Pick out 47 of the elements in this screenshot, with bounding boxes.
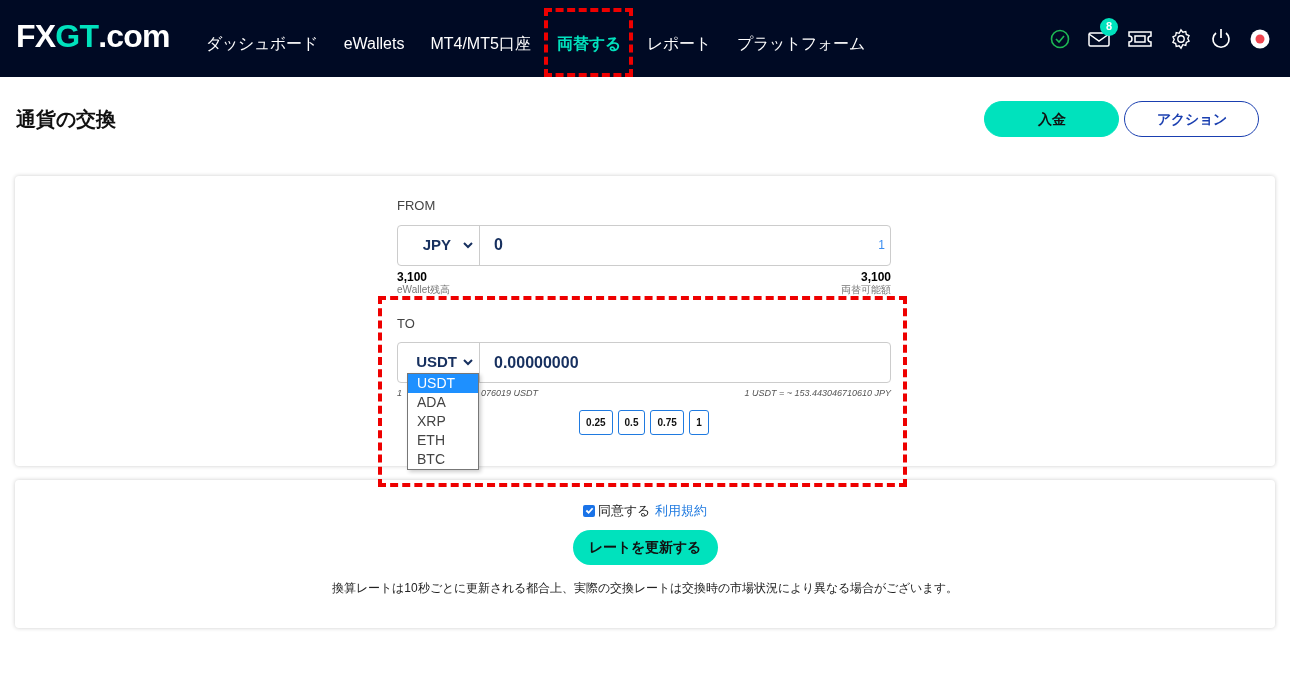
dropdown-option[interactable]: ADA	[408, 392, 478, 412]
update-rate-button[interactable]: レートを更新する	[572, 529, 718, 565]
page-title: 通貨の交換	[16, 107, 116, 132]
rate-text: 1 USDT = ~ 153.443046710610 JPY	[744, 387, 891, 400]
nav-link[interactable]: レポート	[636, 27, 721, 60]
action-button[interactable]: 入金	[984, 101, 1119, 137]
logo-text: GT	[55, 16, 99, 56]
dropdown-option[interactable]: BTC	[408, 449, 478, 469]
field-label: FROM	[397, 197, 437, 215]
nav-link[interactable]: プラットフォーム	[726, 27, 875, 60]
nav-link[interactable]: ダッシュボード	[195, 27, 328, 60]
available-label: 両替可能額	[841, 283, 891, 295]
currency-select[interactable]: JPY	[398, 225, 480, 265]
rate-text: 1	[397, 387, 403, 400]
terms-link[interactable]: 利用規約	[655, 501, 707, 521]
chevron-down-icon	[463, 241, 473, 249]
mail-icon[interactable]	[1088, 29, 1110, 48]
rate-text: 076019 USDT	[481, 387, 539, 400]
fraction-button[interactable]: 0.75	[650, 409, 684, 435]
rate-note: 換算レートは10秒ごとに更新される都合上、実際の交換レートは交換時の市場状況により異なる場合がございます。	[332, 579, 958, 597]
balance-label: eWallet残高	[397, 283, 450, 295]
fraction-button[interactable]: 0.5	[617, 409, 646, 435]
dropdown-option[interactable]: ETH	[408, 430, 478, 450]
field-label: TO	[397, 314, 416, 333]
amount-hint: 1	[878, 236, 886, 254]
available-value: 3,100	[859, 270, 891, 284]
verified-check-icon[interactable]	[1050, 28, 1070, 49]
dropdown-option[interactable]: XRP	[408, 411, 478, 431]
ticket-icon[interactable]	[1128, 29, 1152, 48]
agree-checkbox[interactable]	[583, 504, 595, 517]
logo-text: FX	[16, 16, 56, 56]
amount-input[interactable]: 0	[480, 225, 879, 265]
chevron-down-icon	[463, 359, 473, 366]
nav-link[interactable]: eWallets	[333, 27, 415, 60]
flag-icon[interactable]	[1250, 28, 1270, 49]
nav-link[interactable]: MT4/MT5口座	[420, 27, 541, 60]
notification-badge: 8	[1100, 17, 1118, 36]
power-icon[interactable]	[1210, 27, 1232, 50]
amount-input[interactable]: 0.00000000	[480, 343, 890, 382]
agree-label: 同意する	[598, 502, 650, 520]
action-button[interactable]: アクション	[1124, 101, 1259, 137]
settings-icon[interactable]	[1170, 27, 1192, 50]
fraction-button[interactable]: 1	[688, 409, 709, 435]
nav-link[interactable]: 両替する	[546, 27, 631, 60]
fraction-button[interactable]: 0.25	[579, 409, 613, 435]
logo-text: .com	[98, 16, 170, 56]
balance-value: 3,100	[397, 270, 429, 284]
